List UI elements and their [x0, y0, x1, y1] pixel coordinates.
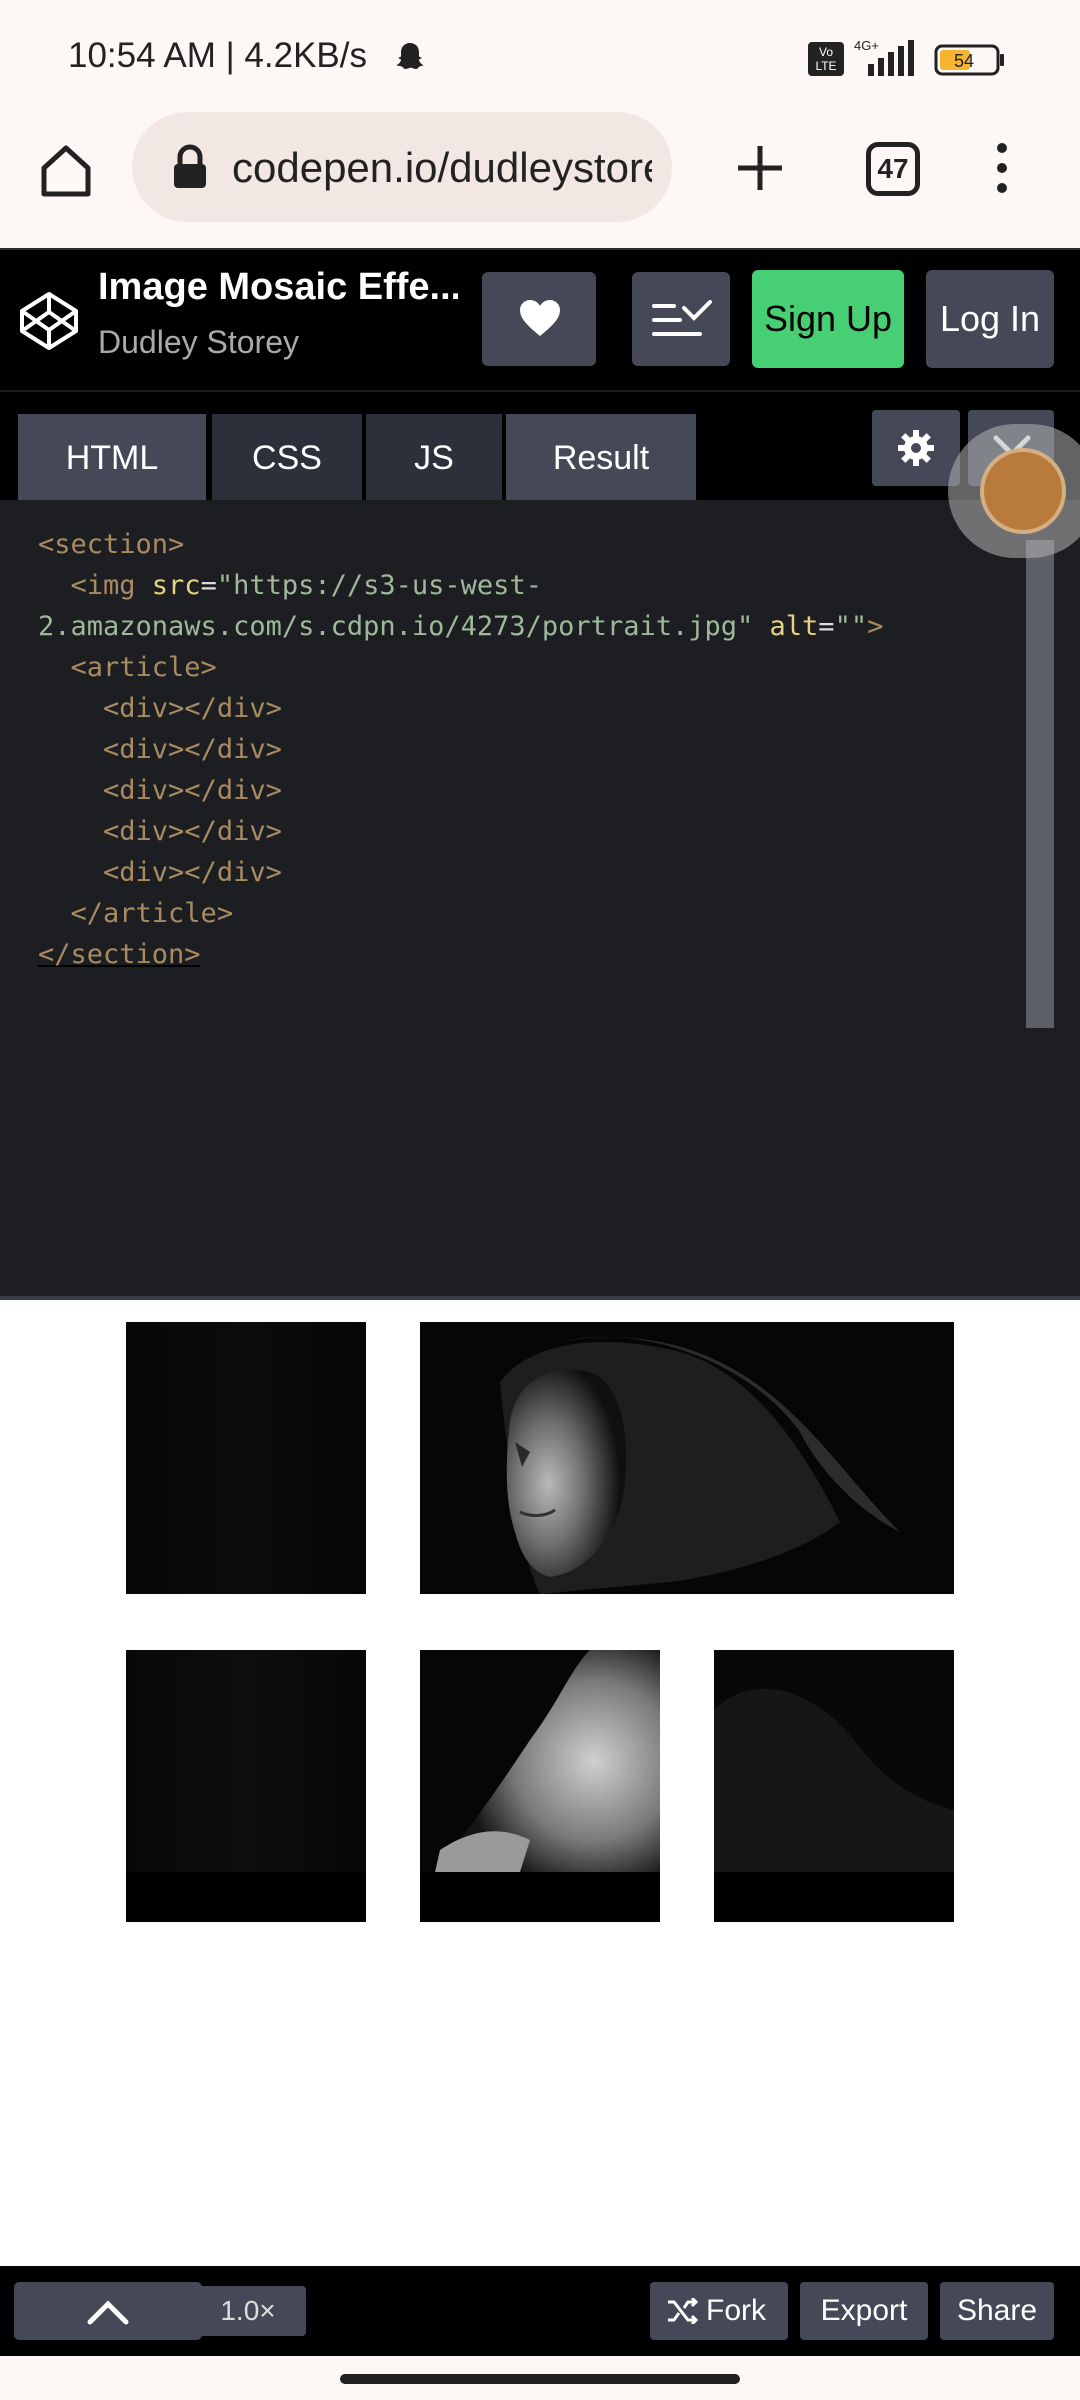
code-line[interactable]: <img src="https://s3-us-west-: [38, 565, 1018, 606]
battery-icon: 54: [934, 44, 1006, 76]
code-line[interactable]: 2.amazonaws.com/s.cdpn.io/4273/portrait.…: [38, 606, 1018, 647]
code-token: <div></div>: [103, 816, 282, 847]
menu-icon[interactable]: [990, 140, 1014, 196]
settings-button[interactable]: [872, 410, 960, 486]
code-token: <article>: [70, 652, 217, 683]
plus-icon[interactable]: [732, 140, 788, 196]
chevron-up-icon: [87, 2300, 129, 2325]
codepen-logo-icon[interactable]: [18, 290, 80, 352]
assistant-icon: [980, 448, 1066, 534]
code-line[interactable]: <section>: [38, 524, 1018, 565]
code-line[interactable]: </article>: [38, 893, 1018, 934]
views-icon: [652, 300, 712, 336]
code-line[interactable]: <div></div>: [38, 688, 1018, 729]
code-token: 2.amazonaws.com/s.cdpn.io/4273/portrait.…: [38, 611, 754, 642]
mosaic-tile: [420, 1650, 660, 1922]
view-options-button[interactable]: [632, 272, 730, 366]
lock-icon: [174, 144, 206, 188]
code-line[interactable]: <div></div>: [38, 811, 1018, 852]
portrait-face-image: [500, 1336, 900, 1594]
home-icon[interactable]: [36, 140, 96, 200]
code-token: <img: [70, 570, 152, 601]
editor-scrollbar[interactable]: [1026, 540, 1054, 1028]
mosaic-tile: [126, 1650, 366, 1922]
code-token: <div></div>: [103, 775, 282, 806]
heart-button[interactable]: [482, 272, 596, 366]
fork-button[interactable]: Fork: [650, 2282, 788, 2340]
code-token: =: [200, 570, 217, 601]
code-token: <div></div>: [103, 734, 282, 765]
code-line[interactable]: <article>: [38, 647, 1018, 688]
code-token: <div></div>: [103, 693, 282, 724]
floating-assistant-bubble[interactable]: [948, 424, 1080, 558]
gear-icon: [898, 430, 934, 466]
system-nav-bar: [0, 2356, 1080, 2400]
code-line[interactable]: <div></div>: [38, 852, 1018, 893]
snapchat-ghost-icon: [396, 43, 424, 69]
fork-icon: [668, 2298, 698, 2324]
svg-text:4G+: 4G+: [854, 38, 879, 53]
mosaic-tile: [126, 1322, 366, 1594]
code-token: alt: [769, 611, 819, 642]
code-line[interactable]: </section>: [38, 934, 1018, 975]
log-in-button[interactable]: Log In: [926, 270, 1054, 368]
tab-html[interactable]: HTML: [18, 414, 206, 502]
code-token: >: [867, 611, 884, 642]
status-bar: 10:54 AM | 4.2KB/s Vo LTE 4G+ 54: [0, 0, 1080, 118]
editor-toolbar: 1.0× Fork Export Share: [0, 2266, 1080, 2356]
mosaic-tile: [714, 1650, 954, 1922]
code-token: "https://s3-us-west-: [216, 570, 542, 601]
tab-result[interactable]: Result: [506, 414, 696, 502]
html-editor[interactable]: <section> <img src="https://s3-us-west- 2…: [0, 500, 1080, 1296]
mosaic-tile: [420, 1322, 954, 1594]
signal-icon: 4G+: [854, 38, 914, 76]
tab-css[interactable]: CSS: [212, 414, 362, 502]
pen-title: Image Mosaic Effe...: [98, 266, 458, 308]
code-token: =: [818, 611, 835, 642]
codepen-header: Image Mosaic Effe... Dudley Storey Sign …: [0, 248, 1080, 390]
code-content[interactable]: <section> <img src="https://s3-us-west- 2…: [38, 524, 1018, 975]
portrait-hair-image: [714, 1688, 954, 1922]
sign-up-button[interactable]: Sign Up: [752, 270, 904, 368]
code-token: <section>: [38, 529, 185, 560]
svg-text:54: 54: [954, 51, 974, 71]
zoom-level[interactable]: 1.0×: [190, 2286, 306, 2336]
volte-icon: Vo LTE: [808, 42, 844, 76]
url-text[interactable]: codepen.io/dudleystorey/pen: [232, 144, 652, 194]
home-gesture-handle[interactable]: [340, 2374, 740, 2384]
code-token: </section>: [38, 939, 201, 970]
expand-up-button[interactable]: [14, 2282, 202, 2340]
code-token: </article>: [70, 898, 234, 929]
heart-icon: [520, 300, 560, 336]
code-line[interactable]: <div></div>: [38, 729, 1018, 770]
export-button[interactable]: Export: [800, 2282, 928, 2340]
portrait-shoulder-image: [420, 1650, 660, 1922]
pen-author[interactable]: Dudley Storey: [98, 324, 299, 361]
code-token: <div></div>: [103, 857, 282, 888]
code-token: src: [151, 570, 201, 601]
share-button[interactable]: Share: [940, 2282, 1054, 2340]
result-preview: [0, 1300, 1080, 2266]
tab-switcher-button[interactable]: 47: [866, 142, 920, 196]
url-bar[interactable]: codepen.io/dudleystorey/pen: [132, 112, 672, 222]
status-time: 10:54 AM | 4.2KB/s: [68, 36, 367, 75]
code-token: "": [834, 611, 868, 642]
fork-label: Fork: [706, 2294, 766, 2327]
code-line[interactable]: <div></div>: [38, 770, 1018, 811]
editor-tabs: HTML CSS JS Result: [0, 390, 1080, 502]
tab-js[interactable]: JS: [366, 414, 502, 502]
